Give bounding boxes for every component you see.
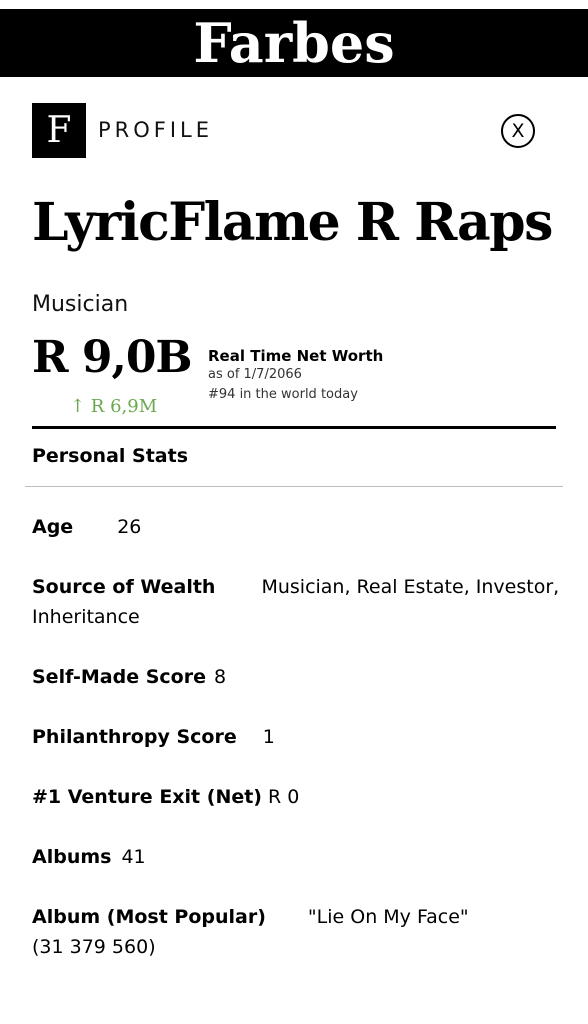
brand-name: Farbes <box>193 11 395 75</box>
stat-value: "Lie On My Face" <box>307 906 469 928</box>
divider <box>32 426 556 429</box>
stat-value: 26 <box>117 516 142 538</box>
stat-value-cont: (31 379 560) <box>32 936 156 958</box>
divider <box>25 486 563 487</box>
stat-self-made-score: Self-Made Score 8 <box>32 662 562 692</box>
net-worth-change: ↑ R 6,9M <box>70 396 158 417</box>
brand-banner: Farbes <box>0 9 588 77</box>
net-worth-info: Real Time Net Worth as of 1/7/2066 #94 i… <box>208 347 383 405</box>
stat-label: Age <box>32 516 74 538</box>
stat-label: Source of Wealth <box>32 576 216 598</box>
net-worth-date: as of 1/7/2066 <box>208 367 302 382</box>
stat-label: Album (Most Popular) <box>32 906 266 928</box>
close-button[interactable]: X <box>501 114 535 148</box>
stat-value: 8 <box>214 666 227 688</box>
personal-stats-title: Personal Stats <box>32 445 188 467</box>
world-rank: #94 in the world today <box>208 387 358 402</box>
stat-venture-exit: #1 Venture Exit (Net) R 0 <box>32 782 562 812</box>
profile-name: LyricFlame R Raps <box>32 192 553 253</box>
brand-logo-icon: F <box>32 103 86 158</box>
stat-label: Self-Made Score <box>32 666 206 688</box>
occupation: Musician <box>32 292 129 317</box>
net-worth-value: R 9,0B <box>32 332 193 383</box>
stat-philanthropy-score: Philanthropy Score 1 <box>32 722 562 752</box>
stat-value: R 0 <box>268 786 300 808</box>
stat-label: Philanthropy Score <box>32 726 237 748</box>
stat-value: Musician, Real Estate, Investor, <box>261 576 560 598</box>
stat-label: Albums <box>32 846 112 868</box>
stat-album-most-popular: Album (Most Popular) "Lie On My Face" (31… <box>32 902 562 962</box>
stat-label: #1 Venture Exit (Net) <box>32 786 262 808</box>
close-icon: X <box>511 119 525 142</box>
stat-value-cont: Inheritance <box>32 606 140 628</box>
stat-value: 1 <box>262 726 275 748</box>
stat-source-of-wealth: Source of Wealth Musician, Real Estate, I… <box>32 572 562 632</box>
section-label: PROFILE <box>98 118 214 142</box>
stat-albums: Albums 41 <box>32 842 562 872</box>
stat-age: Age 26 <box>32 512 562 542</box>
stat-value: 41 <box>121 846 146 868</box>
net-worth-title: Real Time Net Worth <box>208 347 384 365</box>
